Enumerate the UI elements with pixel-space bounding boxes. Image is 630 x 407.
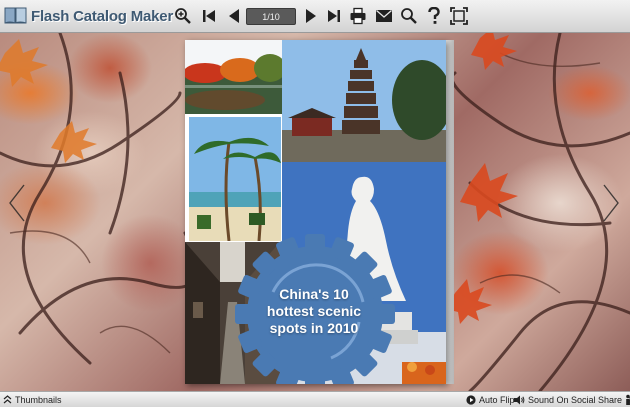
last-page-button[interactable] <box>322 4 346 28</box>
book-logo-icon <box>4 6 28 26</box>
next-page-arrow[interactable] <box>600 183 622 223</box>
printer-icon <box>350 7 366 25</box>
envelope-icon <box>376 10 392 22</box>
search-button[interactable] <box>397 4 421 28</box>
chevron-left-icon <box>9 184 25 222</box>
book-page-edge <box>446 40 454 384</box>
social-share-label: Social Share <box>571 394 623 405</box>
cover-title: China's 10 hottest scenic spots in 2010 <box>253 286 375 337</box>
fullscreen-icon <box>450 7 468 25</box>
top-toolbar: Flash Catalog Maker 1/10 <box>0 0 630 33</box>
first-page-icon <box>203 10 215 22</box>
fullscreen-button[interactable] <box>447 4 471 28</box>
share-people-icon <box>626 394 630 405</box>
lake-photo <box>185 40 282 114</box>
auto-flip-button[interactable]: Auto Flip <box>466 392 515 407</box>
cover-title-line: spots in 2010 <box>269 320 359 336</box>
social-share-button[interactable]: Social Share <box>571 392 630 407</box>
chevron-right-icon <box>603 184 619 222</box>
search-icon <box>401 8 417 24</box>
help-button[interactable] <box>422 4 446 28</box>
sound-label: Sound On <box>528 394 569 405</box>
catalog-cover-page[interactable]: China's 10 hottest scenic spots in 2010 <box>185 40 446 384</box>
next-page-button[interactable] <box>299 4 323 28</box>
previous-page-arrow[interactable] <box>6 183 28 223</box>
page-indicator[interactable]: 1/10 <box>246 8 296 25</box>
question-icon <box>428 7 440 24</box>
speaker-icon <box>514 395 525 404</box>
first-page-button[interactable] <box>197 4 221 28</box>
double-chevron-up-icon <box>3 395 12 404</box>
zoom-in-button[interactable] <box>171 4 195 28</box>
app-title: Flash Catalog Maker <box>31 7 174 25</box>
play-icon <box>466 394 476 405</box>
pagoda-photo <box>282 40 446 162</box>
next-icon <box>306 9 316 23</box>
thumbnails-button[interactable]: Thumbnails <box>3 392 62 407</box>
previous-page-button[interactable] <box>222 4 246 28</box>
thumbnails-label: Thumbnails <box>15 394 62 405</box>
beach-photo <box>188 116 282 242</box>
book-stage: China's 10 hottest scenic spots in 2010 <box>0 33 630 391</box>
magnifier-plus-icon <box>175 8 191 24</box>
last-page-icon <box>328 10 340 22</box>
cover-title-line: hottest scenic <box>266 303 362 319</box>
sound-toggle-button[interactable]: Sound On <box>514 392 569 407</box>
auto-flip-label: Auto Flip <box>479 394 515 405</box>
previous-icon <box>229 9 239 23</box>
email-button[interactable] <box>372 4 396 28</box>
cover-title-line: China's 10 <box>279 286 349 302</box>
bottom-bar: Thumbnails Auto Flip Sound On Social Sha… <box>0 391 630 407</box>
app-logo: Flash Catalog Maker <box>4 5 173 27</box>
print-button[interactable] <box>346 4 370 28</box>
